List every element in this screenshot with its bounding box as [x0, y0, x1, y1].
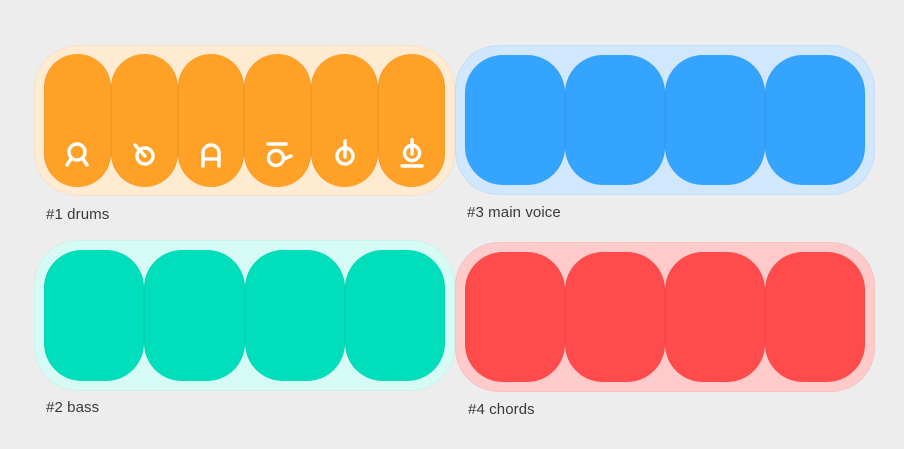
pad-chords-1[interactable]: [465, 252, 565, 382]
track-label-bass: #2 bass: [46, 399, 100, 416]
track-panel-chords: [455, 242, 875, 392]
pad-chords-4[interactable]: [765, 252, 865, 382]
pad-drums-3[interactable]: [177, 54, 245, 187]
pad-row-drums: [44, 54, 445, 187]
pad-drums-6[interactable]: [378, 54, 445, 187]
pad-bass-3[interactable]: [244, 250, 345, 381]
pad-main-voice-2[interactable]: [565, 55, 665, 185]
drum-hihat-icon: [263, 137, 293, 171]
track-panel-bass: [34, 240, 455, 391]
pad-main-voice-3[interactable]: [665, 55, 765, 185]
pad-drums-4[interactable]: [244, 54, 312, 187]
drum-cymbal-icon: [330, 137, 360, 171]
drum-kick-icon: [62, 137, 92, 171]
pad-drums-1[interactable]: [44, 54, 111, 187]
pad-chords-3[interactable]: [665, 252, 765, 382]
pad-bass-1[interactable]: [44, 250, 145, 381]
pad-row-main-voice: [465, 55, 865, 185]
pad-main-voice-1[interactable]: [465, 55, 565, 185]
pad-drums-2[interactable]: [110, 54, 178, 187]
pad-drums-5[interactable]: [311, 54, 379, 187]
pad-chords-2[interactable]: [565, 252, 665, 382]
track-panel-main-voice: [455, 45, 875, 195]
pad-row-chords: [465, 252, 865, 382]
pad-row-bass: [44, 250, 445, 381]
pad-bass-4[interactable]: [344, 250, 445, 381]
beat-maker-board: #1 drums #3 main voice #2 bass #4 chords: [0, 0, 904, 449]
track-label-drums: #1 drums: [46, 206, 110, 223]
pad-bass-2[interactable]: [144, 250, 245, 381]
pad-main-voice-4[interactable]: [765, 55, 865, 185]
track-label-chords: #4 chords: [468, 401, 535, 418]
drum-ride-icon: [397, 137, 427, 171]
drum-snare-icon: [129, 137, 159, 171]
drum-tom-icon: [196, 137, 226, 171]
track-panel-drums: [34, 45, 455, 196]
track-label-main-voice: #3 main voice: [467, 204, 561, 221]
